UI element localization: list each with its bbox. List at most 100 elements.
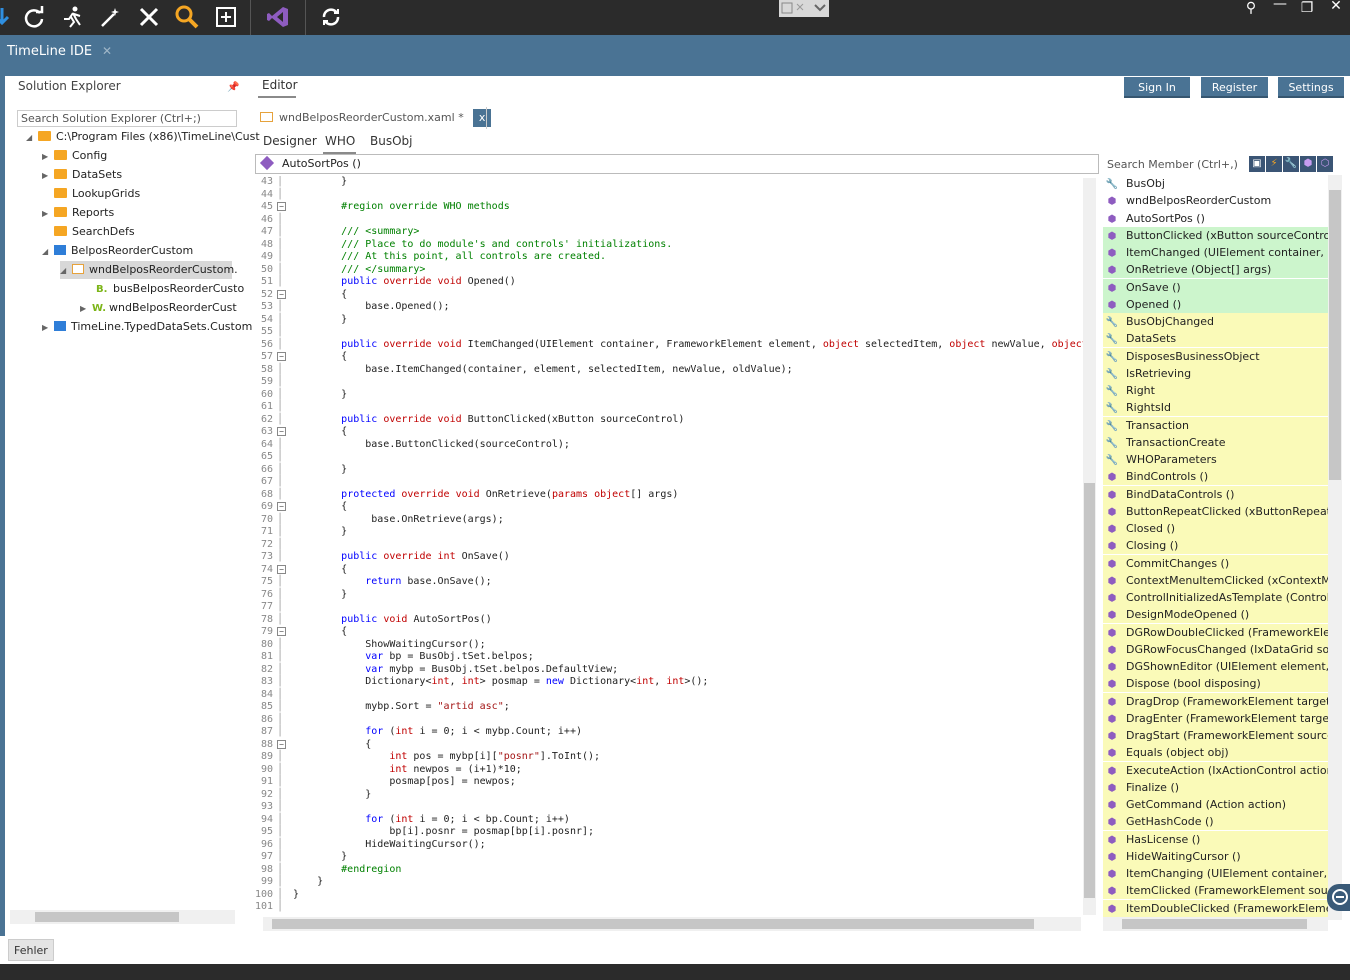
tree-item-datasets[interactable]: ▶ DataSets	[42, 166, 122, 184]
code-line[interactable]: 60 │ }	[255, 389, 347, 402]
member-item[interactable]: ⬢ ItemChanging (UIElement container, Fran	[1103, 865, 1328, 882]
code-line[interactable]: 52− {	[255, 289, 347, 302]
code-line[interactable]: 58 │ base.ItemChanged(container, element,…	[255, 364, 793, 377]
member-item[interactable]: ⬢ ItemDoubleClicked (FrameworkElement	[1103, 899, 1328, 917]
collapse-icon[interactable]: −	[277, 564, 286, 574]
code-line[interactable]: 79− {	[255, 626, 347, 639]
code-line[interactable]: 75 │ return base.OnSave();	[255, 576, 492, 589]
code-hscroll-thumb[interactable]	[272, 919, 1034, 929]
member-item[interactable]: ⬢ Closing ()	[1103, 537, 1328, 555]
collapse-icon[interactable]: −	[277, 739, 286, 749]
add-icon[interactable]	[212, 3, 240, 31]
member-item[interactable]: ⬢ DragDrop (FrameworkElement target, obj	[1103, 692, 1328, 710]
code-line[interactable]: 54 │ }	[255, 314, 347, 327]
code-line[interactable]: 82 │ var mybp = BusObj.tSet.belpos.Defaul…	[255, 664, 618, 677]
member-item[interactable]: ⬢ Finalize ()	[1103, 778, 1328, 796]
event-filter-icon[interactable]: ⚡	[1266, 156, 1282, 172]
member-item[interactable]: 🔧 BusObj	[1103, 175, 1328, 192]
solution-hscroll-thumb[interactable]	[35, 912, 179, 922]
member-item[interactable]: ⬢ Closed ()	[1103, 520, 1328, 537]
code-line[interactable]: 59 │	[255, 376, 293, 389]
code-line[interactable]: 43 │ }	[255, 176, 347, 189]
collapse-icon[interactable]: −	[277, 202, 286, 211]
pin-panel-icon[interactable]: 📌	[227, 82, 239, 93]
code-line[interactable]: 85 │ mybp.Sort = "artid asc";	[255, 701, 510, 714]
tree-item-root[interactable]: ◢ C:\Program Files (x86)\TimeLine\Cust	[26, 128, 260, 146]
tree-item-searchdefs[interactable]: SearchDefs	[42, 223, 135, 241]
member-item[interactable]: ⬢ HideWaitingCursor ()	[1103, 847, 1328, 865]
code-line[interactable]: 50 │ /// </summary>	[255, 264, 426, 277]
code-line[interactable]: 92 │ }	[255, 789, 371, 802]
code-line[interactable]: 69− {	[255, 501, 347, 514]
close-icon[interactable]: ✕	[1323, 0, 1349, 16]
member-item[interactable]: ⬢ wndBelposReorderCustom	[1103, 192, 1328, 209]
code-line[interactable]: 95 │ bp[i].posnr = posmap[bp[i].posnr];	[255, 826, 594, 839]
settings-button[interactable]: Settings	[1278, 77, 1344, 98]
member-item[interactable]: ⬢ ButtonClicked (xButton sourceControl)	[1103, 226, 1328, 244]
close-tab-icon[interactable]: ✕	[102, 44, 112, 58]
member-item[interactable]: ⬢ DGShownEditor (UIElement element, UIE	[1103, 658, 1328, 675]
collapse-icon[interactable]: −	[277, 427, 286, 436]
remote-support-icon[interactable]	[1327, 884, 1350, 911]
sign-in-button[interactable]: Sign In	[1124, 77, 1190, 98]
collapse-icon[interactable]: −	[277, 352, 286, 361]
tree-item-belposreordercustom[interactable]: ◢ BelposReorderCustom	[42, 242, 193, 260]
member-item[interactable]: ⬢ ItemChanged (UIElement container, Fram	[1103, 244, 1328, 261]
code-line[interactable]: 99 │ }	[255, 876, 323, 889]
member-item[interactable]: ⬢ Opened ()	[1103, 295, 1328, 313]
code-line[interactable]: 57− {	[255, 351, 347, 364]
code-line[interactable]: 71 │ }	[255, 526, 347, 539]
member-item[interactable]: ⬢ DesignModeOpened ()	[1103, 606, 1328, 624]
member-vscroll-thumb[interactable]	[1329, 190, 1341, 480]
code-line[interactable]: 53 │ base.Opened();	[255, 301, 450, 314]
member-item[interactable]: ⬢ ControlInitializedAsTemplate (Control s…	[1103, 589, 1328, 606]
member-item[interactable]: ⬢ BindDataControls ()	[1103, 485, 1328, 503]
code-line[interactable]: 49 │ /// At this point, all controls are …	[255, 251, 606, 264]
visual-studio-icon[interactable]	[264, 3, 292, 31]
member-filter-icon[interactable]: ⬡	[1317, 156, 1333, 172]
code-line[interactable]: 44 │	[255, 189, 293, 202]
code-line[interactable]: 76 │ }	[255, 589, 347, 602]
sync-icon[interactable]	[317, 3, 345, 31]
member-item[interactable]: ⬢ GetHashCode ()	[1103, 813, 1328, 831]
code-line[interactable]: 96 │ HideWaitingCursor();	[255, 839, 486, 852]
member-search-input[interactable]: Search Member (Ctrl+,)	[1104, 156, 1247, 174]
code-line[interactable]: 55 │	[255, 326, 293, 339]
code-line[interactable]: 86 │	[255, 714, 293, 727]
member-item[interactable]: 🔧 BusObjChanged	[1103, 313, 1328, 330]
code-line[interactable]: 80 │ ShowWaitingCursor();	[255, 639, 486, 652]
code-vscroll-thumb[interactable]	[1084, 483, 1095, 898]
error-list-tab[interactable]: Fehler	[8, 939, 54, 961]
code-line[interactable]: 48 │ /// Place to do module's and control…	[255, 239, 672, 252]
code-line[interactable]: 67 │	[255, 476, 293, 489]
property-filter-icon[interactable]: 🔧	[1283, 156, 1299, 172]
code-line[interactable]: 83 │ Dictionary<int, int> posmap = new Di…	[255, 676, 709, 689]
member-item[interactable]: ⬢ Dispose (bool disposing)	[1103, 675, 1328, 693]
code-line[interactable]: 66 │ }	[255, 464, 347, 477]
code-line[interactable]: 91 │ posmap[pos] = newpos;	[255, 776, 516, 789]
tab-who[interactable]: WHO	[325, 134, 355, 148]
member-item[interactable]: 🔧 TransactionCreate	[1103, 433, 1328, 451]
code-line[interactable]: 93 │	[255, 801, 293, 814]
member-item[interactable]: ⬢ Equals (object obj)	[1103, 744, 1328, 762]
code-line[interactable]: 51 │ public override void Opened()	[255, 276, 516, 289]
collapse-icon[interactable]: −	[277, 502, 286, 511]
member-hscroll-thumb[interactable]	[1122, 919, 1307, 929]
code-line[interactable]: 98 │ #endregion	[255, 864, 401, 877]
member-item[interactable]: ⬢ GetCommand (Action action)	[1103, 796, 1328, 813]
tree-item-config[interactable]: ▶ Config	[42, 147, 107, 165]
code-line[interactable]: 101 │	[255, 901, 293, 914]
code-line[interactable]: 64 │ base.ButtonClicked(sourceControl);	[255, 439, 570, 452]
code-editor[interactable]: 43 │ } 44 │ 45− #region override WHO methods…	[255, 176, 1083, 916]
code-line[interactable]: 45− #region override WHO methods	[255, 201, 510, 214]
arrow-down-icon[interactable]	[0, 3, 16, 31]
member-combo[interactable]: AutoSortPos ()	[255, 154, 1099, 174]
code-line[interactable]: 89 │ int pos = mybp[i]["posnr"].ToInt();	[255, 751, 600, 764]
code-line[interactable]: 90 │ int newpos = (i+1)*10;	[255, 764, 522, 777]
tree-item-window-code[interactable]: ▶ W. wndBelposReorderCust	[80, 299, 237, 317]
member-item[interactable]: 🔧 IsRetrieving	[1103, 364, 1328, 382]
minimize-icon[interactable]: —	[1267, 0, 1293, 14]
tree-item-reports[interactable]: ▶ Reports	[42, 204, 114, 222]
member-item[interactable]: ⬢ CommitChanges ()	[1103, 554, 1328, 572]
code-line[interactable]: 100 │}	[255, 889, 299, 902]
